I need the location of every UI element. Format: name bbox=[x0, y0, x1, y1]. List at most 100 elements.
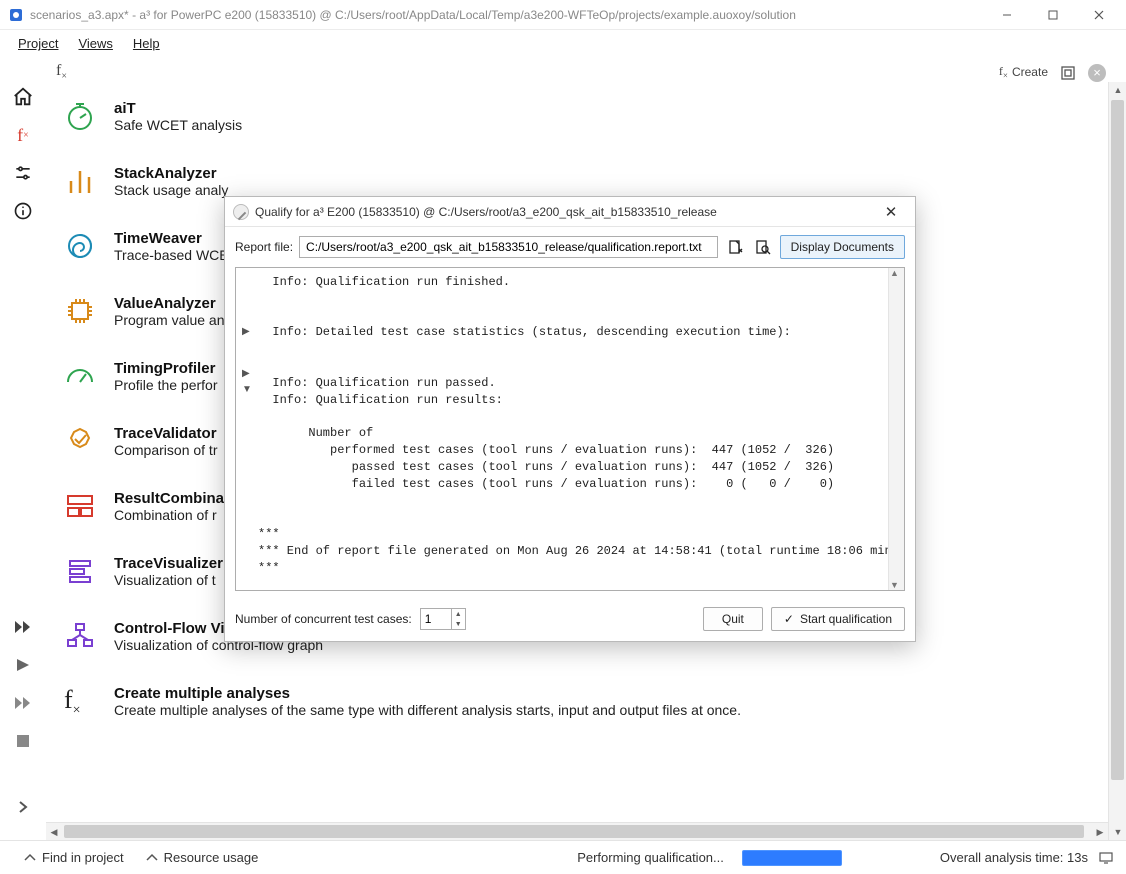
analysis-desc: Safe WCET analysis bbox=[114, 117, 242, 133]
dialog-app-icon bbox=[233, 204, 249, 220]
open-file-button[interactable] bbox=[724, 236, 746, 258]
display-documents-button[interactable]: Display Documents bbox=[780, 235, 905, 259]
menubar: Project Views Help bbox=[0, 30, 1126, 58]
status-performing: Performing qualification... bbox=[577, 850, 724, 865]
gauge-icon bbox=[64, 360, 96, 392]
check-icon: ✓ bbox=[784, 612, 794, 626]
swirl-icon bbox=[64, 230, 96, 262]
scroll-up-icon[interactable]: ▲ bbox=[1110, 82, 1126, 98]
analysis-stackanalyzer[interactable]: StackAnalyzerStack usage analy bbox=[64, 165, 1078, 198]
analysis-title: TraceValidator bbox=[114, 425, 217, 442]
left-rail: f× bbox=[0, 82, 46, 840]
window-maximize-button[interactable] bbox=[1030, 0, 1076, 30]
analysis-desc: Stack usage analy bbox=[114, 182, 228, 198]
fx-icon: f× bbox=[64, 685, 96, 717]
stepper-up-icon[interactable]: ▲ bbox=[452, 609, 465, 619]
flow-icon bbox=[64, 620, 96, 652]
stepper-down-icon[interactable]: ▼ bbox=[452, 619, 465, 629]
play-icon[interactable] bbox=[12, 654, 34, 676]
analysis-desc: Combination of r bbox=[114, 507, 238, 523]
close-panel-button[interactable]: × bbox=[1082, 62, 1112, 84]
stop-icon[interactable] bbox=[12, 730, 34, 752]
analysis-desc: Visualization of t bbox=[114, 572, 223, 588]
analysis-createmultiple[interactable]: f× Create multiple analysesCreate multip… bbox=[64, 685, 1078, 718]
report-file-input[interactable] bbox=[299, 236, 718, 258]
stopwatch-icon bbox=[64, 100, 96, 132]
num-concurrent-label: Number of concurrent test cases: bbox=[235, 612, 412, 626]
menu-views[interactable]: Views bbox=[68, 34, 122, 53]
progress-bar bbox=[742, 850, 842, 866]
analysis-title: aiT bbox=[114, 100, 242, 117]
analysis-title: ValueAnalyzer bbox=[114, 295, 225, 312]
dialog-titlebar[interactable]: Qualify for a³ E200 (15833510) @ C:/User… bbox=[225, 197, 915, 227]
analysis-desc: Comparison of tr bbox=[114, 442, 217, 458]
start-qualification-button[interactable]: ✓ Start qualification bbox=[771, 607, 905, 631]
badge-icon bbox=[64, 425, 96, 457]
info-icon[interactable] bbox=[12, 200, 34, 222]
home-icon[interactable] bbox=[12, 86, 34, 108]
bars-icon bbox=[64, 165, 96, 197]
report-text[interactable]: Info: Qualification run finished. Info: … bbox=[236, 268, 904, 582]
collapse-toggle-icon[interactable]: ▶ bbox=[242, 368, 250, 379]
qualify-dialog: Qualify for a³ E200 (15833510) @ C:/User… bbox=[224, 196, 916, 642]
find-in-project-button[interactable]: Find in project bbox=[12, 850, 134, 866]
dialog-footer: Number of concurrent test cases: ▲ ▼ Qui… bbox=[225, 599, 915, 641]
scroll-down-icon[interactable]: ▼ bbox=[890, 580, 899, 590]
dialog-report-row: Report file: Display Documents bbox=[225, 227, 915, 267]
chip-icon bbox=[64, 295, 96, 327]
dialog-title: Qualify for a³ E200 (15833510) @ C:/User… bbox=[255, 205, 875, 219]
num-concurrent-stepper[interactable]: ▲ ▼ bbox=[420, 608, 466, 630]
menu-help[interactable]: Help bbox=[123, 34, 170, 53]
scroll-up-icon[interactable]: ▲ bbox=[890, 268, 899, 278]
dialog-scrollbar[interactable]: ▲ ▼ bbox=[888, 268, 904, 590]
analysis-ait[interactable]: aiTSafe WCET analysis bbox=[64, 100, 1078, 133]
menu-project[interactable]: Project bbox=[8, 34, 68, 53]
analysis-title: Create multiple analyses bbox=[114, 685, 741, 702]
create-button[interactable]: f× Create bbox=[993, 62, 1054, 82]
resource-usage-button[interactable]: Resource usage bbox=[134, 850, 269, 866]
scroll-thumb[interactable] bbox=[1111, 100, 1124, 780]
analysis-desc: Trace-based WCE bbox=[114, 247, 229, 263]
analysis-title: TimingProfiler bbox=[114, 360, 218, 377]
chevron-up-icon bbox=[22, 850, 38, 866]
num-concurrent-input[interactable] bbox=[421, 609, 451, 629]
scroll-right-icon[interactable]: ▶ bbox=[1092, 824, 1108, 840]
dialog-close-button[interactable]: ✕ bbox=[875, 203, 907, 221]
stack-icon bbox=[64, 555, 96, 587]
grid-icon bbox=[64, 490, 96, 522]
settings-icon[interactable] bbox=[12, 162, 34, 184]
monitor-icon[interactable] bbox=[1098, 850, 1114, 866]
close-icon: × bbox=[1088, 64, 1106, 82]
window-title: scenarios_a3.apx* - a³ for PowerPC e200 … bbox=[30, 8, 984, 22]
expand-rail-icon[interactable] bbox=[12, 796, 34, 818]
maximize-panel-button[interactable] bbox=[1054, 63, 1082, 83]
window-titlebar: scenarios_a3.apx* - a³ for PowerPC e200 … bbox=[0, 0, 1126, 30]
dialog-report-output: ▶ ▶ ▼ Info: Qualification run finished. … bbox=[235, 267, 905, 591]
analysis-title: ResultCombinato bbox=[114, 490, 238, 507]
expand-toggle-icon[interactable]: ▼ bbox=[242, 384, 252, 395]
window-minimize-button[interactable] bbox=[984, 0, 1030, 30]
app-icon bbox=[8, 7, 24, 23]
analysis-desc: Profile the perfor bbox=[114, 377, 218, 393]
status-overall: Overall analysis time: 13s bbox=[940, 850, 1088, 865]
collapse-toggle-icon[interactable]: ▶ bbox=[242, 326, 250, 337]
vertical-scrollbar[interactable]: ▲ ▼ bbox=[1108, 82, 1126, 840]
analysis-title: TraceVisualizer bbox=[114, 555, 223, 572]
window-close-button[interactable] bbox=[1076, 0, 1122, 30]
scroll-thumb-h[interactable] bbox=[64, 825, 1084, 838]
fx-icon: f× bbox=[56, 62, 67, 82]
horizontal-scrollbar[interactable]: ◀ ▶ bbox=[46, 822, 1108, 840]
chevron-up-icon bbox=[144, 850, 160, 866]
analysis-desc: Program value an bbox=[114, 312, 225, 328]
scroll-left-icon[interactable]: ◀ bbox=[46, 824, 62, 840]
analysis-title: TimeWeaver bbox=[114, 230, 229, 247]
statusbar: Find in project Resource usage Performin… bbox=[0, 840, 1126, 874]
browse-file-button[interactable] bbox=[752, 236, 774, 258]
report-file-label: Report file: bbox=[235, 240, 293, 254]
fx-red-icon[interactable]: f× bbox=[12, 124, 34, 146]
quit-button[interactable]: Quit bbox=[703, 607, 763, 631]
fast-forward-icon[interactable] bbox=[12, 616, 34, 638]
scroll-down-icon[interactable]: ▼ bbox=[1110, 824, 1126, 840]
fast-forward-dim-icon[interactable] bbox=[12, 692, 34, 714]
analysis-desc: Create multiple analyses of the same typ… bbox=[114, 702, 741, 718]
